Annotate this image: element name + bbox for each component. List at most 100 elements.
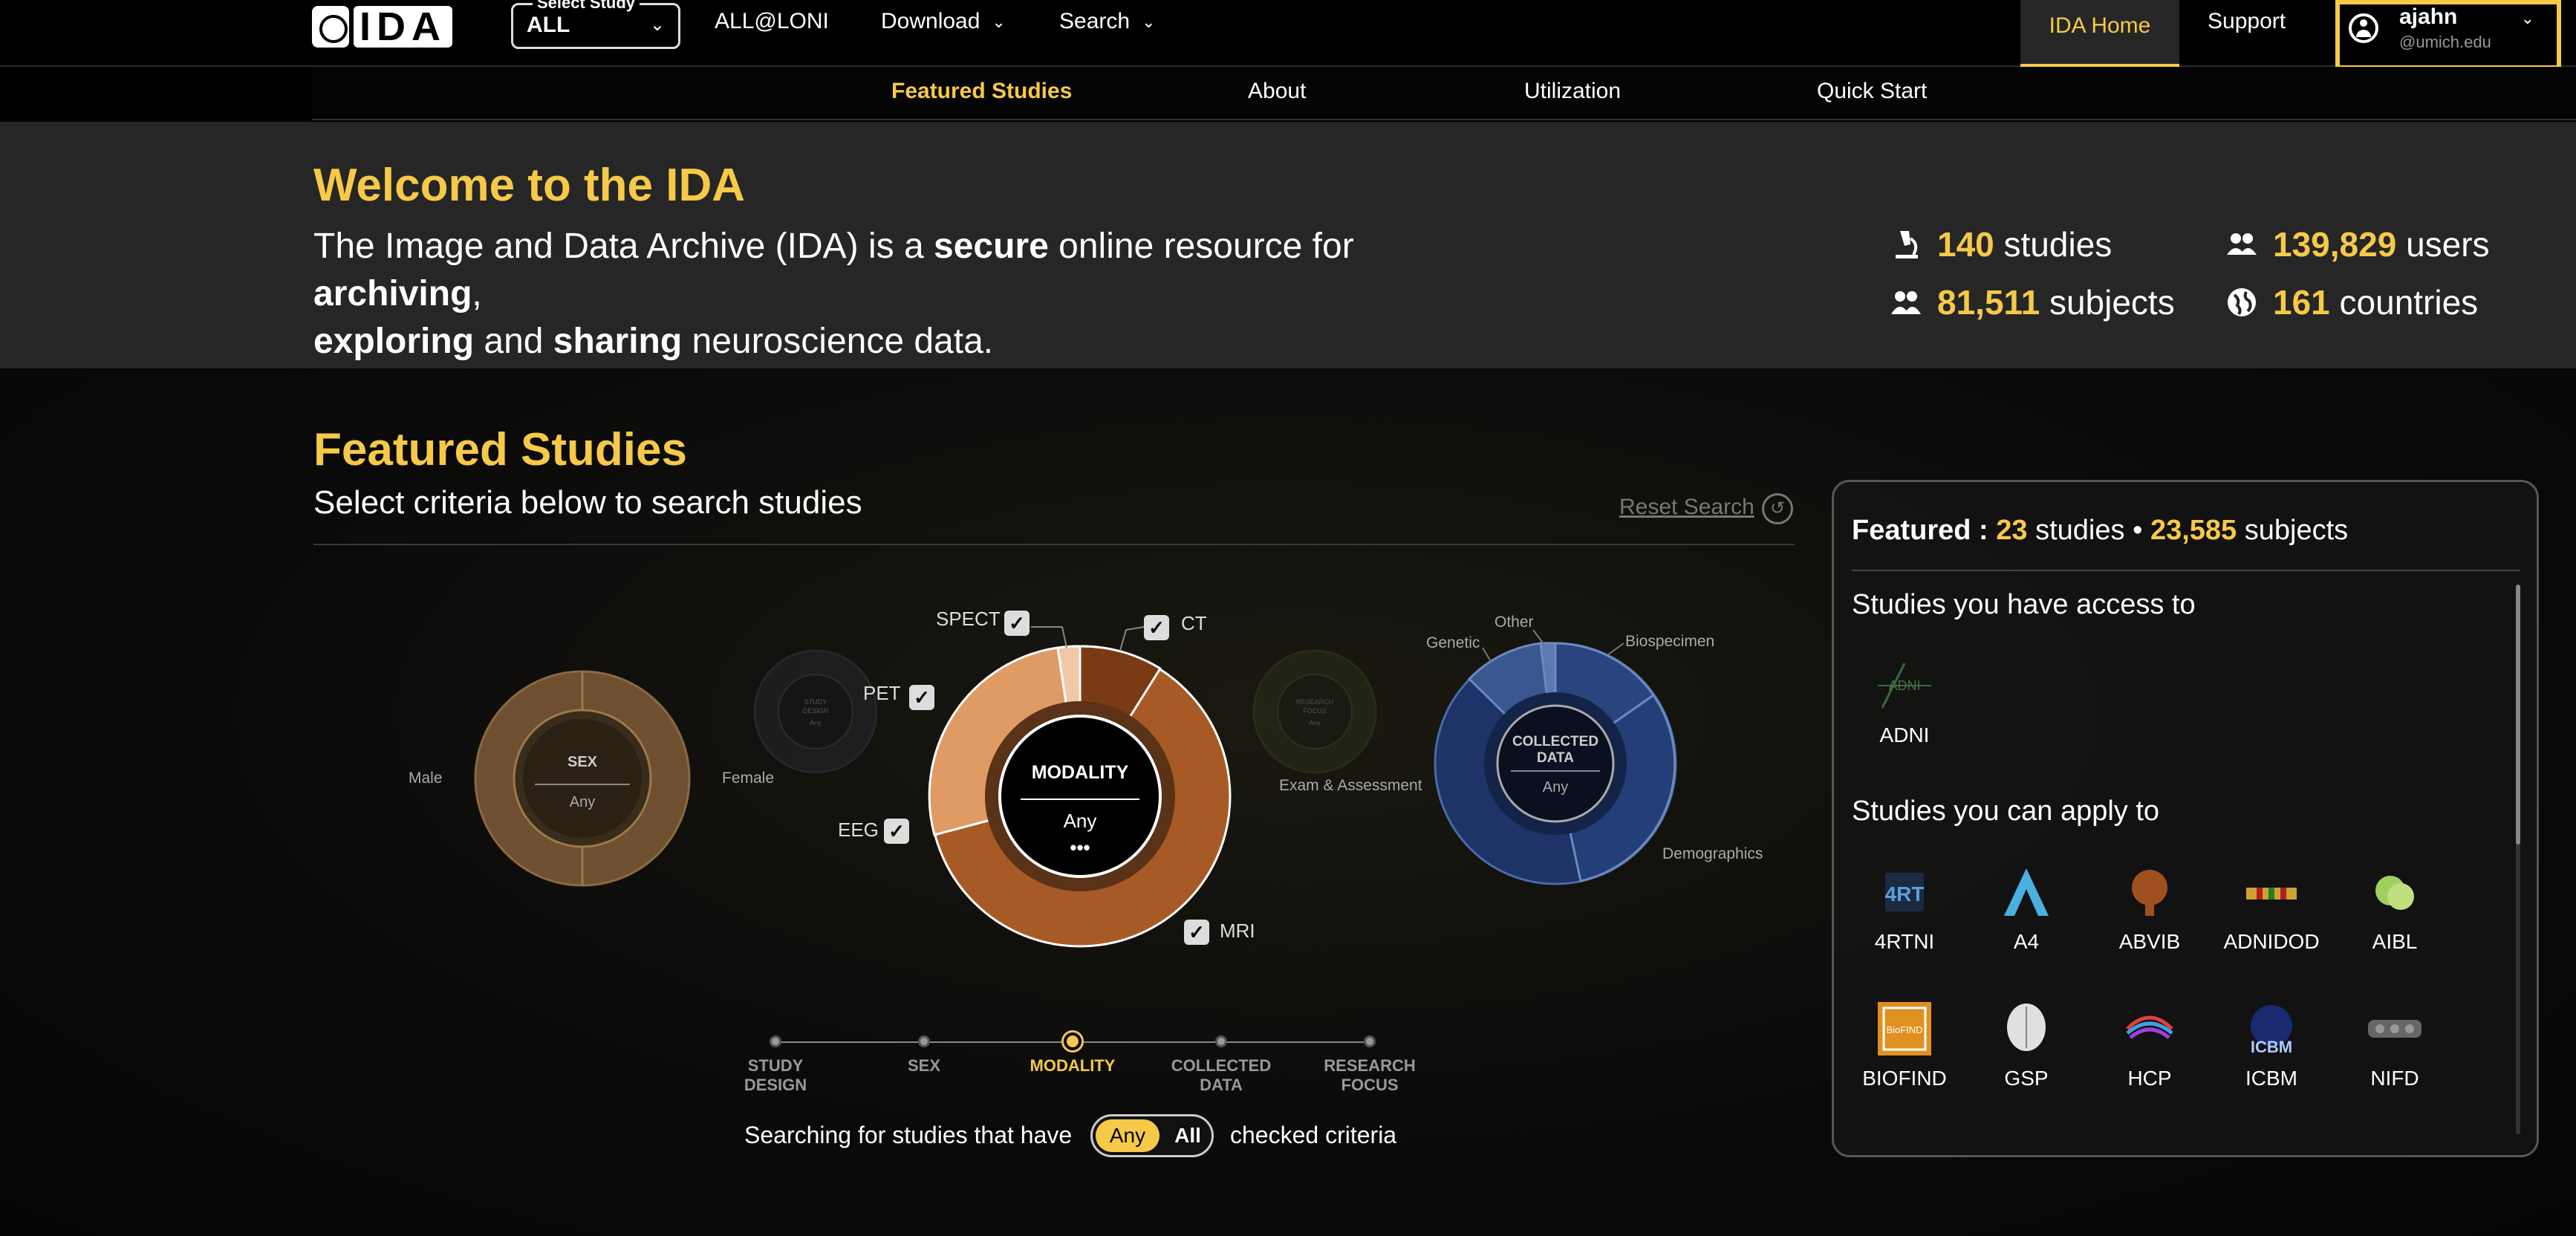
user-menu[interactable]: ajahn @umich.edu ⌄ xyxy=(2335,0,2561,70)
user-email: @umich.edu xyxy=(2399,33,2491,51)
select-study-label: Select Study xyxy=(533,0,640,13)
welcome-description: The Image and Data Archive (IDA) is a se… xyxy=(313,223,1502,365)
sub-nav: Featured Studies About Utilization Quick… xyxy=(312,67,2576,120)
aibl-logo-icon xyxy=(2375,876,2414,910)
study-name: ADNIDOD xyxy=(2223,930,2320,953)
checkbox-spect[interactable]: ✓ xyxy=(1004,611,1030,636)
collected-data-title-line2: DATA xyxy=(1537,750,1574,766)
study-name: A4 xyxy=(2013,930,2040,953)
modality-chart[interactable]: MODALITY Any ••• xyxy=(928,645,1232,948)
stat-label: subjects xyxy=(2049,283,2175,322)
checkbox-mri[interactable]: ✓ xyxy=(1184,920,1209,945)
toggle-all[interactable]: All xyxy=(1165,1119,1210,1152)
sex-chart[interactable]: SEX Any xyxy=(474,670,691,887)
svg-text:DESIGN: DESIGN xyxy=(803,707,829,715)
stat-value: 161 xyxy=(2273,283,2330,322)
label-eeg[interactable]: EEG xyxy=(838,819,879,841)
abvib-logo-icon xyxy=(2132,870,2167,916)
gsp-logo-icon xyxy=(2007,1004,2046,1051)
nav-support[interactable]: Support xyxy=(2208,9,2286,34)
tab-quick-start[interactable]: Quick Start xyxy=(1817,79,1927,104)
study-aibl[interactable]: AIBL xyxy=(2339,862,2450,954)
study-name: BIOFIND xyxy=(1862,1067,1947,1090)
study-adnidod[interactable]: ADNIDOD xyxy=(2216,862,2327,954)
timeline-dot-sex[interactable] xyxy=(918,1035,930,1047)
study-design-chart[interactable]: STUDY DESIGN Any xyxy=(753,649,878,774)
label-demographics[interactable]: Demographics xyxy=(1662,845,1763,862)
svg-text:RESEARCH: RESEARCH xyxy=(1296,698,1333,706)
nav-all-loni[interactable]: ALL@LONI xyxy=(715,9,829,34)
study-hcp[interactable]: HCP xyxy=(2094,999,2205,1090)
tab-utilization[interactable]: Utilization xyxy=(1524,79,1621,104)
label-genetic[interactable]: Genetic xyxy=(1426,634,1480,651)
desc-part: , xyxy=(472,274,482,313)
timeline-label-collected-data[interactable]: COLLECTED DATA xyxy=(1169,1056,1273,1095)
desc-bold: archiving xyxy=(313,274,472,313)
study-gsp[interactable]: GSP xyxy=(1971,999,2082,1090)
timeline-dot-research-focus[interactable] xyxy=(1364,1035,1376,1047)
desc-bold: secure xyxy=(934,227,1049,266)
studies-count: 23 xyxy=(1996,515,2028,546)
label-female[interactable]: Female xyxy=(722,770,774,787)
svg-text:4RT: 4RT xyxy=(1885,882,1925,905)
study-nifd[interactable]: NIFD xyxy=(2339,999,2450,1090)
collected-data-value: Any xyxy=(1543,779,1568,796)
study-name: 4RTNI xyxy=(1874,930,1935,953)
sex-chart-title: SEX xyxy=(567,754,598,770)
label-pet[interactable]: PET xyxy=(863,682,901,704)
chevron-down-icon: ⌄ xyxy=(2520,9,2534,27)
chevron-down-icon: ⌄ xyxy=(1142,13,1156,32)
svg-text:Any: Any xyxy=(1309,719,1321,726)
study-4rtni[interactable]: 4RT 4RTNI xyxy=(1849,862,1960,954)
study-name: NIFD xyxy=(2370,1067,2419,1090)
timeline-label-study-design[interactable]: STUDY DESIGN xyxy=(723,1056,827,1095)
label-biospecimen[interactable]: Biospecimen xyxy=(1625,633,1714,650)
4rtni-logo-icon: 4RT xyxy=(1885,873,1925,911)
any-all-toggle[interactable]: Any All xyxy=(1090,1114,1214,1157)
panel-scrollbar[interactable] xyxy=(2516,585,2520,1134)
stat-subjects: 81,511 subjects xyxy=(1890,282,2175,322)
adni-logo-icon: ADNI xyxy=(1878,663,1931,709)
checkbox-eeg[interactable]: ✓ xyxy=(884,819,909,844)
checkbox-pet[interactable]: ✓ xyxy=(909,685,934,710)
top-nav: IDA Select Study ALL ⌄ ALL@LONI Download… xyxy=(0,0,2576,70)
timeline-dot-collected-data[interactable] xyxy=(1215,1035,1227,1047)
study-icbm[interactable]: ICBM ICBM xyxy=(2216,999,2327,1090)
timeline-dot-modality[interactable] xyxy=(1064,1032,1082,1050)
label-mri[interactable]: MRI xyxy=(1220,920,1255,942)
label-male[interactable]: Male xyxy=(409,770,443,787)
study-biofind[interactable]: BioFIND BIOFIND xyxy=(1849,999,1960,1090)
sex-chart-value: Any xyxy=(570,794,595,810)
nav-ida-home[interactable]: IDA Home xyxy=(2020,0,2179,67)
timeline-label-modality[interactable]: MODALITY xyxy=(1021,1056,1125,1076)
nav-download[interactable]: Download ⌄ xyxy=(881,9,1006,34)
panel-header: Featured : 23 studies • 23,585 subjects xyxy=(1852,515,2348,547)
timeline-dot-study-design[interactable] xyxy=(770,1035,781,1047)
tab-featured-studies[interactable]: Featured Studies xyxy=(891,79,1072,104)
label-ct[interactable]: CT xyxy=(1181,612,1207,634)
timeline-label-research-focus[interactable]: RESEARCH FOCUS xyxy=(1318,1056,1422,1095)
welcome-title: Welcome to the IDA xyxy=(313,160,746,211)
collected-data-chart[interactable]: COLLECTED DATA Any xyxy=(1434,642,1677,885)
label-other[interactable]: Other xyxy=(1494,614,1534,631)
label-spect[interactable]: SPECT xyxy=(936,608,1001,630)
adnidod-logo-icon xyxy=(2246,888,2297,900)
select-study-dropdown[interactable]: Select Study ALL ⌄ xyxy=(511,0,680,49)
scrollbar-thumb[interactable] xyxy=(2516,585,2520,845)
checkbox-ct[interactable]: ✓ xyxy=(1144,615,1169,640)
study-adni[interactable]: ADNI ADNI xyxy=(1849,656,1960,747)
more-icon[interactable]: ••• xyxy=(1070,836,1090,859)
svg-text:FOCUS: FOCUS xyxy=(1303,707,1327,715)
nav-search[interactable]: Search ⌄ xyxy=(1059,9,1156,34)
tab-about[interactable]: About xyxy=(1248,79,1306,104)
timeline-label-sex[interactable]: SEX xyxy=(872,1056,976,1076)
stat-value: 81,511 xyxy=(1937,283,2040,322)
search-suffix: checked criteria xyxy=(1230,1122,1397,1148)
research-focus-chart[interactable]: RESEARCH FOCUS Any xyxy=(1252,649,1377,774)
apply-title: Studies you can apply to xyxy=(1852,796,2160,827)
label-exam-assessment[interactable]: Exam & Assessment xyxy=(1279,777,1422,794)
toggle-any[interactable]: Any xyxy=(1096,1119,1159,1152)
study-abvib[interactable]: ABVIB xyxy=(2094,862,2205,954)
study-a4[interactable]: A4 xyxy=(1971,862,2082,954)
ida-logo[interactable]: IDA xyxy=(312,4,452,49)
